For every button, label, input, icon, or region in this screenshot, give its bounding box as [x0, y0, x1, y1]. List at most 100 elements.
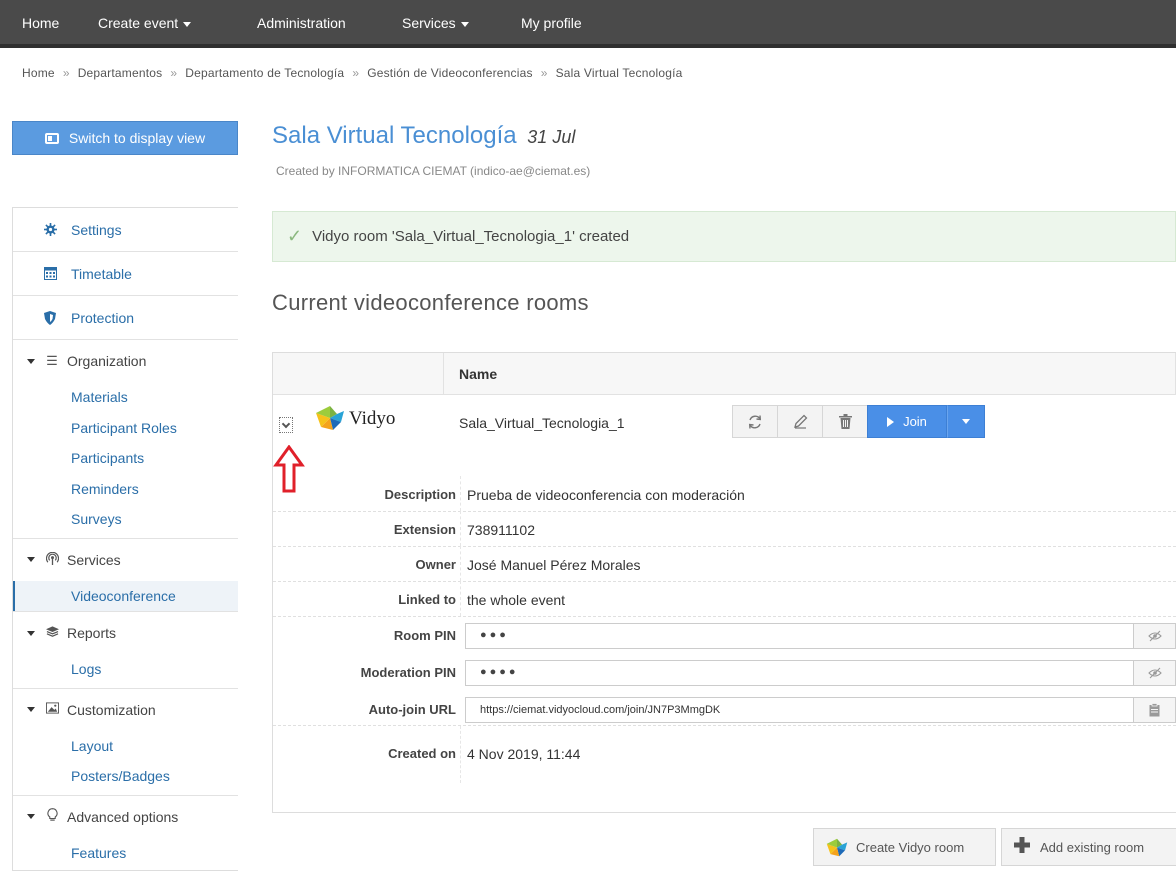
triangle-down-icon — [27, 630, 35, 636]
room-name: Sala_Virtual_Tecnologia_1 — [459, 415, 625, 431]
add-existing-room-button[interactable]: Add existing room — [1001, 828, 1176, 866]
nav-home[interactable]: Home — [22, 15, 59, 31]
broadcast-icon — [45, 551, 59, 568]
detail-value: 738911102 — [467, 522, 535, 538]
triangle-down-icon — [27, 707, 35, 712]
sidebar-item-posters-badges[interactable]: Posters/Badges — [13, 761, 238, 792]
show-pin-button[interactable] — [1133, 661, 1175, 685]
breadcrumb-separator: » — [62, 66, 70, 80]
detail-divider — [460, 726, 461, 783]
sidebar-item-materials[interactable]: Materials — [13, 382, 238, 413]
sidebar-section-header[interactable]: ☰ Organization — [13, 340, 238, 382]
eye-slash-icon — [1147, 667, 1162, 679]
join-label: Join — [903, 414, 927, 429]
sidebar-item-reminders[interactable]: Reminders — [13, 474, 238, 505]
nav-create-event[interactable]: Create event — [98, 15, 192, 31]
image-icon — [45, 702, 59, 717]
pencil-icon — [793, 414, 807, 429]
gear-icon — [43, 223, 57, 237]
triangle-down-icon — [27, 557, 35, 562]
sidebar-section-services: Services Videoconference — [13, 539, 238, 612]
sidebar-section-advanced: Advanced options Features — [13, 796, 238, 869]
nav-services[interactable]: Services — [402, 15, 469, 31]
breadcrumb-item[interactable]: Departamento de Tecnología — [185, 66, 344, 80]
sidebar-item-protection[interactable]: Protection — [13, 296, 238, 340]
sidebar-item-timetable[interactable]: Timetable — [13, 252, 238, 296]
detail-label: Linked to — [398, 592, 456, 607]
join-button[interactable]: Join — [867, 405, 947, 438]
sidebar-section-label: Reports — [67, 625, 117, 641]
vidyo-wordmark: Vidyo — [349, 408, 396, 429]
switch-display-view-button[interactable]: Switch to display view — [12, 121, 238, 155]
sidebar-item-label: Settings — [71, 221, 122, 238]
sidebar-item-surveys[interactable]: Surveys — [13, 504, 238, 535]
sidebar-section-organization: ☰ Organization Materials Participant Rol… — [13, 340, 238, 539]
alert-message: Vidyo room 'Sala_Virtual_Tecnologia_1' c… — [312, 228, 630, 245]
sidebar-section-header[interactable]: Customization — [13, 689, 238, 731]
event-date: 31 Jul — [527, 127, 576, 147]
sidebar-item-features[interactable]: Features — [13, 838, 238, 869]
detail-row-linked-to: Linked to the whole event — [273, 581, 1176, 617]
show-pin-button[interactable] — [1133, 624, 1175, 648]
sidebar-section-header[interactable]: Reports — [13, 612, 238, 654]
sidebar-item-videoconference[interactable]: Videoconference — [13, 580, 238, 611]
refresh-button[interactable] — [732, 405, 778, 438]
sidebar-section-reports: Reports Logs — [13, 612, 238, 689]
clipboard-icon — [1149, 703, 1160, 717]
detail-label: Moderation PIN — [360, 665, 456, 680]
edit-button[interactable] — [777, 405, 823, 438]
detail-label: Owner — [415, 557, 456, 572]
table-header: Name — [273, 353, 1176, 395]
sidebar-section-header[interactable]: Services — [13, 539, 238, 581]
breadcrumb-separator: » — [170, 66, 178, 80]
room-actions: Join — [732, 405, 985, 438]
detail-label: Created on — [388, 746, 456, 761]
sidebar-item-logs[interactable]: Logs — [13, 654, 238, 685]
caret-down-icon — [460, 21, 469, 27]
breadcrumb-item-current[interactable]: Sala Virtual Tecnología — [556, 66, 683, 80]
top-navbar: Home Create event Administration Service… — [0, 0, 1176, 48]
sidebar-item-participants[interactable]: Participants — [13, 443, 238, 474]
create-vidyo-room-button[interactable]: Create Vidyo room — [813, 828, 996, 866]
rooms-table: Name Vidyo Sala_Virtual_Tecnologia_1 Joi… — [272, 352, 1176, 813]
check-icon: ✓ — [287, 226, 303, 246]
sidebar-item-label: Protection — [71, 309, 135, 326]
breadcrumb-item[interactable]: Home — [22, 66, 55, 80]
moderation-pin-field[interactable]: ●●●● — [465, 660, 1176, 686]
breadcrumb-item[interactable]: Departamentos — [78, 66, 163, 80]
sidebar-section-customization: Customization Layout Posters/Badges — [13, 689, 238, 796]
detail-row-room-pin: Room PIN ●●● — [273, 617, 1176, 653]
table-row: Vidyo Sala_Virtual_Tecnologia_1 Join — [273, 396, 1176, 446]
sidebar-item-participant-roles[interactable]: Participant Roles — [13, 413, 238, 444]
sidebar-section-header[interactable]: Advanced options — [13, 796, 238, 838]
column-header-name: Name — [459, 366, 498, 382]
sidebar-menu: Settings Timetable Protection ☰ Organiza… — [12, 207, 238, 871]
sidebar-item-settings[interactable]: Settings — [13, 208, 238, 252]
eye-slash-icon — [1147, 630, 1162, 642]
nav-my-profile[interactable]: My profile — [521, 15, 582, 31]
caret-down-icon — [962, 419, 970, 424]
room-pin-field[interactable]: ●●● — [465, 623, 1176, 649]
shield-icon — [43, 310, 57, 325]
detail-label: Description — [384, 487, 456, 502]
auto-join-url-field[interactable]: https://ciemat.vidyocloud.com/join/JN7P3… — [465, 697, 1176, 723]
room-pin-value: ●●● — [480, 629, 509, 641]
join-options-dropdown[interactable] — [947, 405, 985, 438]
layers-icon — [45, 625, 59, 641]
detail-divider — [460, 546, 461, 581]
nav-administration[interactable]: Administration — [257, 15, 346, 31]
sidebar-item-layout[interactable]: Layout — [13, 731, 238, 762]
auto-join-url-value: https://ciemat.vidyocloud.com/join/JN7P3… — [480, 704, 721, 716]
caret-down-icon — [183, 21, 192, 27]
delete-button[interactable] — [822, 405, 868, 438]
sidebar-section-label: Customization — [67, 701, 156, 718]
sidebar-section-label: Organization — [67, 353, 147, 369]
detail-value: José Manuel Pérez Morales — [467, 557, 641, 573]
play-icon — [887, 416, 895, 427]
copy-url-button[interactable] — [1133, 698, 1175, 722]
section-title: Current videoconference rooms — [272, 290, 589, 315]
breadcrumb-item[interactable]: Gestión de Videoconferencias — [367, 66, 533, 80]
expand-toggle[interactable] — [279, 417, 293, 433]
column-divider — [443, 353, 444, 395]
triangle-down-icon — [27, 814, 35, 819]
